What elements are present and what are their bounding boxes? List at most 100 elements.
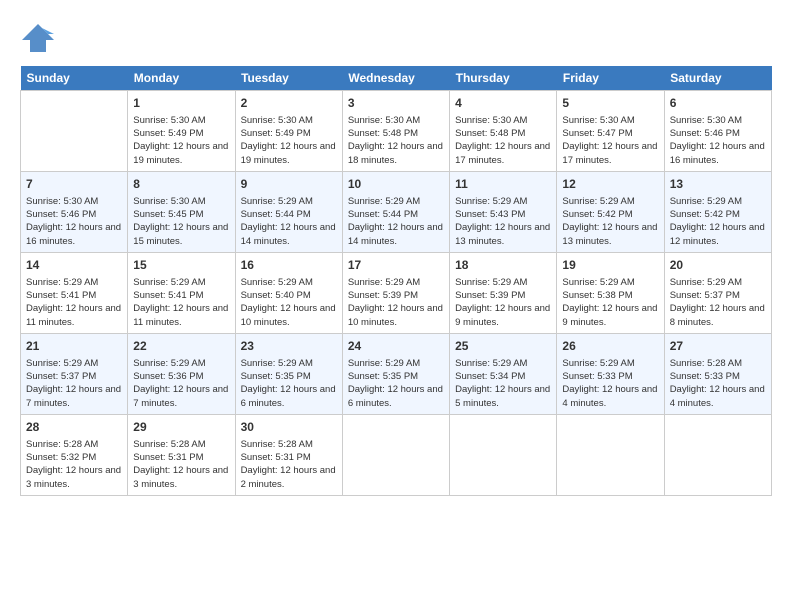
calendar-cell: 13Sunrise: 5:29 AMSunset: 5:42 PMDayligh… bbox=[664, 171, 771, 252]
calendar-cell: 20Sunrise: 5:29 AMSunset: 5:37 PMDayligh… bbox=[664, 252, 771, 333]
sunset-text: Sunset: 5:42 PM bbox=[670, 208, 766, 221]
daylight-text: Daylight: 12 hours and 17 minutes. bbox=[562, 140, 658, 167]
sunrise-text: Sunrise: 5:29 AM bbox=[562, 195, 658, 208]
daylight-text: Daylight: 12 hours and 15 minutes. bbox=[133, 221, 229, 248]
col-header-friday: Friday bbox=[557, 66, 664, 91]
day-number: 3 bbox=[348, 95, 444, 112]
col-header-sunday: Sunday bbox=[21, 66, 128, 91]
sunset-text: Sunset: 5:39 PM bbox=[455, 289, 551, 302]
day-number: 20 bbox=[670, 257, 766, 274]
calendar-cell bbox=[21, 91, 128, 172]
col-header-wednesday: Wednesday bbox=[342, 66, 449, 91]
calendar-cell: 30Sunrise: 5:28 AMSunset: 5:31 PMDayligh… bbox=[235, 414, 342, 495]
calendar-cell: 5Sunrise: 5:30 AMSunset: 5:47 PMDaylight… bbox=[557, 91, 664, 172]
sunrise-text: Sunrise: 5:28 AM bbox=[133, 438, 229, 451]
sunrise-text: Sunrise: 5:29 AM bbox=[241, 276, 337, 289]
daylight-text: Daylight: 12 hours and 17 minutes. bbox=[455, 140, 551, 167]
page-header bbox=[20, 20, 772, 56]
day-number: 28 bbox=[26, 419, 122, 436]
calendar-cell: 29Sunrise: 5:28 AMSunset: 5:31 PMDayligh… bbox=[128, 414, 235, 495]
day-number: 4 bbox=[455, 95, 551, 112]
sunset-text: Sunset: 5:41 PM bbox=[133, 289, 229, 302]
sunrise-text: Sunrise: 5:29 AM bbox=[133, 276, 229, 289]
daylight-text: Daylight: 12 hours and 10 minutes. bbox=[241, 302, 337, 329]
daylight-text: Daylight: 12 hours and 7 minutes. bbox=[26, 383, 122, 410]
sunset-text: Sunset: 5:34 PM bbox=[455, 370, 551, 383]
calendar-cell: 26Sunrise: 5:29 AMSunset: 5:33 PMDayligh… bbox=[557, 333, 664, 414]
sunrise-text: Sunrise: 5:29 AM bbox=[348, 276, 444, 289]
sunrise-text: Sunrise: 5:30 AM bbox=[562, 114, 658, 127]
daylight-text: Daylight: 12 hours and 19 minutes. bbox=[133, 140, 229, 167]
calendar-cell: 7Sunrise: 5:30 AMSunset: 5:46 PMDaylight… bbox=[21, 171, 128, 252]
day-number: 24 bbox=[348, 338, 444, 355]
day-number: 7 bbox=[26, 176, 122, 193]
sunrise-text: Sunrise: 5:29 AM bbox=[133, 357, 229, 370]
logo-icon bbox=[20, 20, 56, 56]
daylight-text: Daylight: 12 hours and 9 minutes. bbox=[562, 302, 658, 329]
sunset-text: Sunset: 5:38 PM bbox=[562, 289, 658, 302]
sunrise-text: Sunrise: 5:29 AM bbox=[348, 195, 444, 208]
day-number: 26 bbox=[562, 338, 658, 355]
sunset-text: Sunset: 5:41 PM bbox=[26, 289, 122, 302]
calendar-cell: 3Sunrise: 5:30 AMSunset: 5:48 PMDaylight… bbox=[342, 91, 449, 172]
calendar-cell: 16Sunrise: 5:29 AMSunset: 5:40 PMDayligh… bbox=[235, 252, 342, 333]
day-number: 14 bbox=[26, 257, 122, 274]
calendar-cell: 12Sunrise: 5:29 AMSunset: 5:42 PMDayligh… bbox=[557, 171, 664, 252]
sunset-text: Sunset: 5:33 PM bbox=[562, 370, 658, 383]
calendar-cell: 25Sunrise: 5:29 AMSunset: 5:34 PMDayligh… bbox=[450, 333, 557, 414]
day-number: 30 bbox=[241, 419, 337, 436]
sunrise-text: Sunrise: 5:30 AM bbox=[670, 114, 766, 127]
daylight-text: Daylight: 12 hours and 16 minutes. bbox=[670, 140, 766, 167]
sunrise-text: Sunrise: 5:30 AM bbox=[348, 114, 444, 127]
sunset-text: Sunset: 5:42 PM bbox=[562, 208, 658, 221]
day-number: 16 bbox=[241, 257, 337, 274]
sunset-text: Sunset: 5:49 PM bbox=[133, 127, 229, 140]
daylight-text: Daylight: 12 hours and 14 minutes. bbox=[348, 221, 444, 248]
day-number: 10 bbox=[348, 176, 444, 193]
calendar-cell: 10Sunrise: 5:29 AMSunset: 5:44 PMDayligh… bbox=[342, 171, 449, 252]
daylight-text: Daylight: 12 hours and 12 minutes. bbox=[670, 221, 766, 248]
sunrise-text: Sunrise: 5:29 AM bbox=[670, 195, 766, 208]
sunrise-text: Sunrise: 5:29 AM bbox=[348, 357, 444, 370]
daylight-text: Daylight: 12 hours and 13 minutes. bbox=[455, 221, 551, 248]
sunrise-text: Sunrise: 5:29 AM bbox=[26, 276, 122, 289]
sunrise-text: Sunrise: 5:29 AM bbox=[241, 195, 337, 208]
day-number: 9 bbox=[241, 176, 337, 193]
sunrise-text: Sunrise: 5:30 AM bbox=[133, 114, 229, 127]
col-header-saturday: Saturday bbox=[664, 66, 771, 91]
calendar-cell bbox=[342, 414, 449, 495]
sunrise-text: Sunrise: 5:28 AM bbox=[670, 357, 766, 370]
sunrise-text: Sunrise: 5:29 AM bbox=[562, 276, 658, 289]
sunset-text: Sunset: 5:31 PM bbox=[241, 451, 337, 464]
day-number: 27 bbox=[670, 338, 766, 355]
day-number: 8 bbox=[133, 176, 229, 193]
calendar-cell: 9Sunrise: 5:29 AMSunset: 5:44 PMDaylight… bbox=[235, 171, 342, 252]
calendar-cell: 15Sunrise: 5:29 AMSunset: 5:41 PMDayligh… bbox=[128, 252, 235, 333]
sunrise-text: Sunrise: 5:30 AM bbox=[241, 114, 337, 127]
sunrise-text: Sunrise: 5:28 AM bbox=[26, 438, 122, 451]
sunset-text: Sunset: 5:37 PM bbox=[670, 289, 766, 302]
calendar-cell bbox=[450, 414, 557, 495]
calendar-cell: 18Sunrise: 5:29 AMSunset: 5:39 PMDayligh… bbox=[450, 252, 557, 333]
sunset-text: Sunset: 5:32 PM bbox=[26, 451, 122, 464]
daylight-text: Daylight: 12 hours and 11 minutes. bbox=[26, 302, 122, 329]
daylight-text: Daylight: 12 hours and 13 minutes. bbox=[562, 221, 658, 248]
sunset-text: Sunset: 5:47 PM bbox=[562, 127, 658, 140]
daylight-text: Daylight: 12 hours and 19 minutes. bbox=[241, 140, 337, 167]
sunrise-text: Sunrise: 5:30 AM bbox=[26, 195, 122, 208]
sunset-text: Sunset: 5:46 PM bbox=[670, 127, 766, 140]
sunset-text: Sunset: 5:37 PM bbox=[26, 370, 122, 383]
day-number: 11 bbox=[455, 176, 551, 193]
daylight-text: Daylight: 12 hours and 2 minutes. bbox=[241, 464, 337, 491]
daylight-text: Daylight: 12 hours and 10 minutes. bbox=[348, 302, 444, 329]
calendar-cell: 8Sunrise: 5:30 AMSunset: 5:45 PMDaylight… bbox=[128, 171, 235, 252]
sunset-text: Sunset: 5:33 PM bbox=[670, 370, 766, 383]
day-number: 18 bbox=[455, 257, 551, 274]
calendar-cell: 14 Sunrise: 5:29 AMSunset: 5:41 PMDayligh… bbox=[21, 252, 128, 333]
day-number: 29 bbox=[133, 419, 229, 436]
sunset-text: Sunset: 5:48 PM bbox=[348, 127, 444, 140]
calendar-cell: 21Sunrise: 5:29 AMSunset: 5:37 PMDayligh… bbox=[21, 333, 128, 414]
sunset-text: Sunset: 5:43 PM bbox=[455, 208, 551, 221]
sunset-text: Sunset: 5:35 PM bbox=[348, 370, 444, 383]
day-number: 15 bbox=[133, 257, 229, 274]
